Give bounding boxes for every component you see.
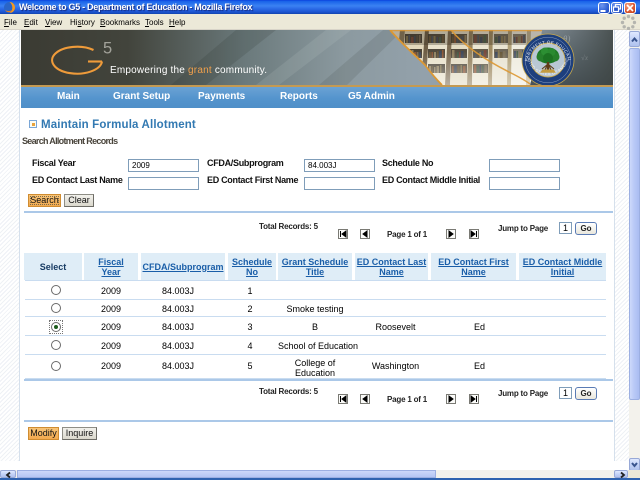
svg-text:√x: √x [581,54,589,62]
svg-text:5: 5 [103,40,112,58]
svg-text:Empowering the grant community: Empowering the grant community. [110,65,267,76]
